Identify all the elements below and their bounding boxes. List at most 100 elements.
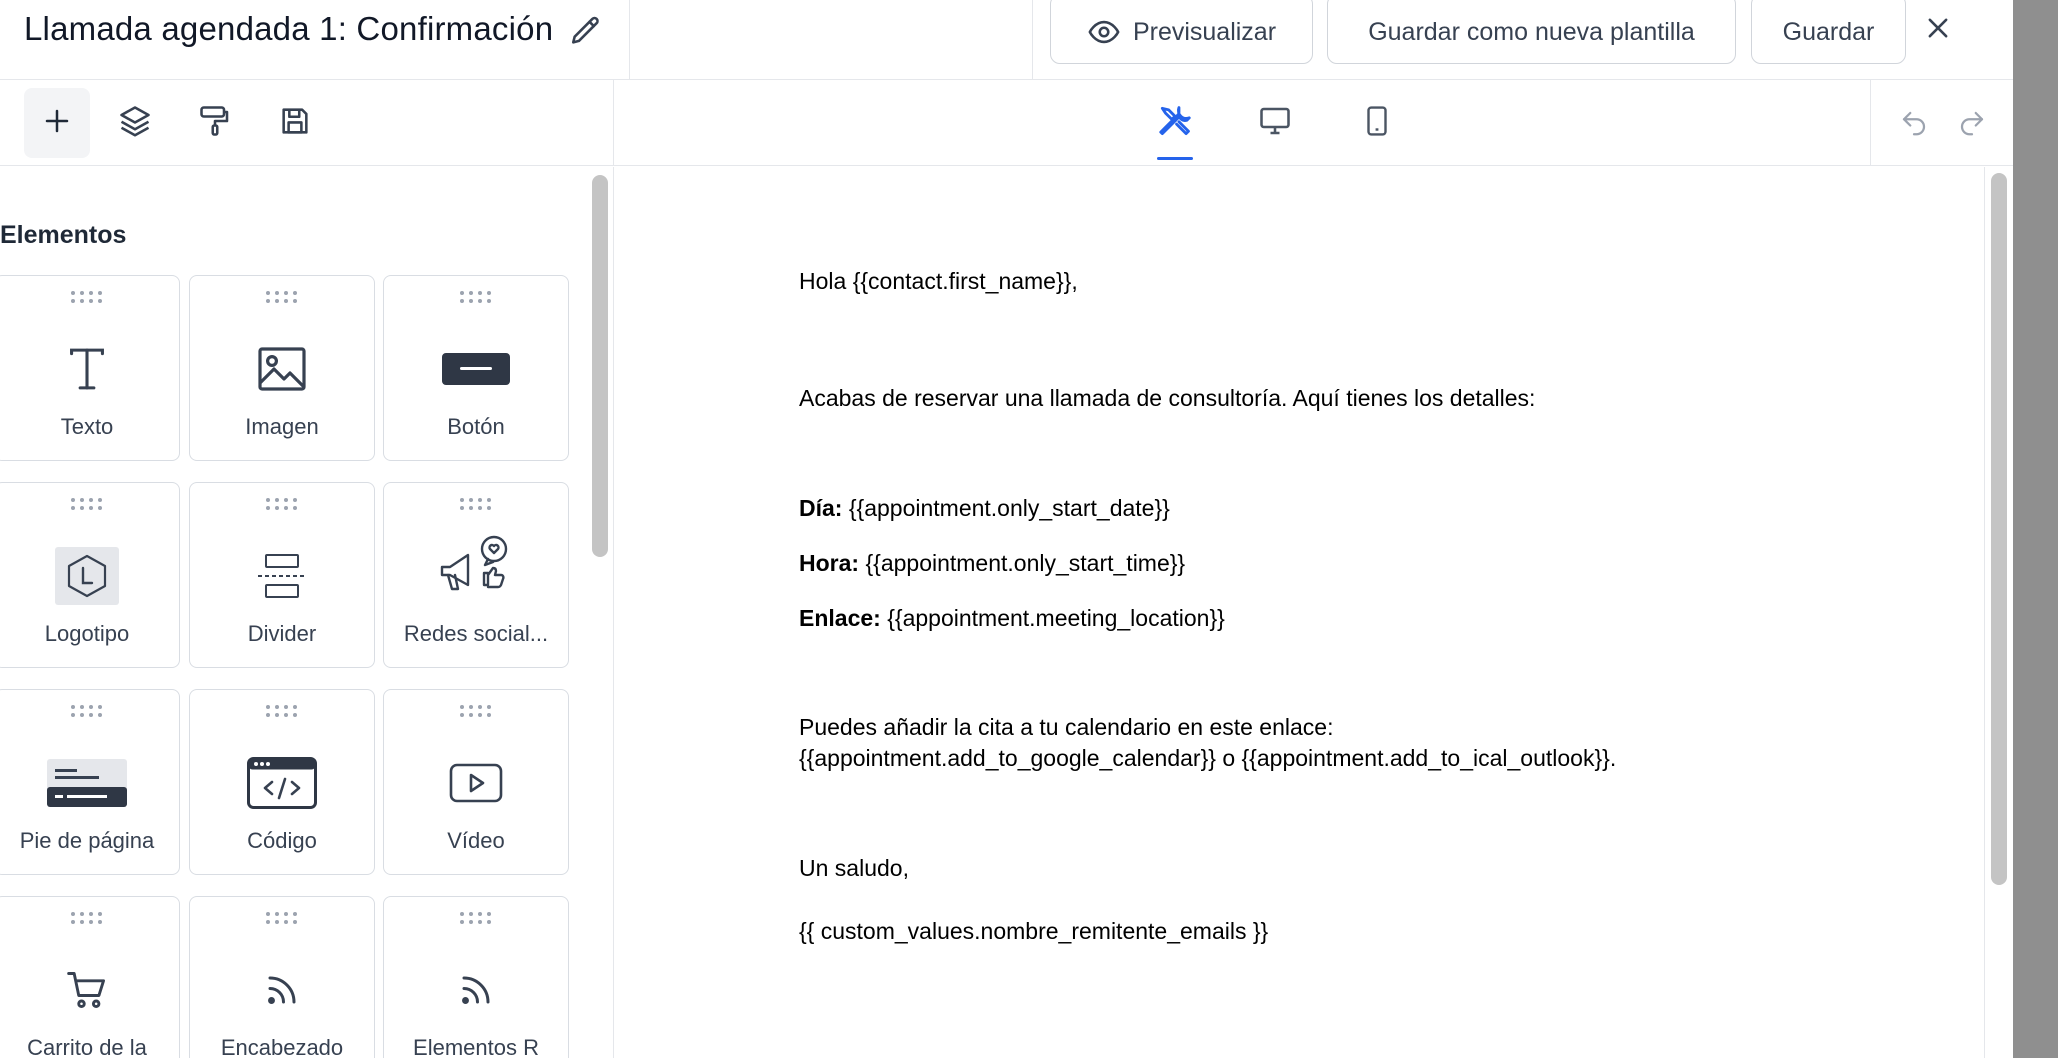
element-label: Redes social... [403, 621, 549, 646]
day-value: {{appointment.only_start_date}} [842, 495, 1170, 521]
canvas-scrollbar[interactable] [1991, 173, 2007, 885]
element-card-social[interactable]: Redes social... [383, 482, 569, 668]
save-draft-button[interactable] [262, 88, 328, 158]
undo-icon[interactable] [1895, 104, 1933, 142]
sidebar-scrollbar[interactable] [592, 175, 608, 557]
elements-sidebar: Elementos Texto Imagen Botón Logotipo Di… [0, 167, 614, 1058]
paint-roller-icon [197, 103, 233, 144]
tab-desktop-view[interactable] [1245, 80, 1305, 166]
drag-handle-icon[interactable] [459, 497, 493, 511]
email-preview-frame: Hola {{contact.first_name}}, Acabas de r… [615, 167, 1985, 1058]
save-as-template-button[interactable]: Guardar como nueva plantilla [1327, 0, 1736, 64]
drag-handle-icon[interactable] [70, 290, 104, 304]
close-icon[interactable] [1916, 6, 1960, 50]
element-label: Botón [447, 414, 505, 439]
layers-icon [117, 103, 153, 144]
page-title: Llamada agendada 1: Confirmación [24, 10, 554, 47]
email-calendar-line-1[interactable]: Puedes añadir la cita a tu calendario en… [799, 711, 1333, 743]
email-time-line[interactable]: Hora: {{appointment.only_start_time}} [799, 547, 1185, 579]
text-icon [47, 338, 127, 400]
time-label: Hora: [799, 550, 860, 576]
plus-icon [42, 106, 72, 141]
drag-handle-icon[interactable] [265, 704, 299, 718]
email-canvas: Hola {{contact.first_name}}, Acabas de r… [615, 167, 2013, 1058]
element-card-rss-header[interactable]: Encabezado [189, 896, 375, 1058]
top-header: Llamada agendada 1: Confirmación Previsu… [0, 0, 2013, 80]
preview-button[interactable]: Previsualizar [1050, 0, 1313, 64]
element-card-divider[interactable]: Divider [189, 482, 375, 668]
email-calendar-line-2[interactable]: {{appointment.add_to_google_calendar}} o… [799, 742, 1616, 774]
floppy-disk-icon [278, 104, 312, 143]
redo-icon[interactable] [1953, 104, 1991, 142]
element-card-footer[interactable]: Pie de página [0, 689, 180, 875]
drag-handle-icon[interactable] [265, 497, 299, 511]
save-button[interactable]: Guardar [1751, 0, 1906, 64]
element-card-button[interactable]: Botón [383, 275, 569, 461]
cart-icon [47, 959, 127, 1021]
layers-button[interactable] [102, 88, 168, 158]
element-card-rss-elements[interactable]: Elementos R [383, 896, 569, 1058]
pencil-icon[interactable] [567, 12, 605, 50]
tab-editor[interactable] [1145, 80, 1205, 166]
element-label: Código [247, 828, 317, 853]
tab-mobile-view[interactable] [1347, 80, 1407, 166]
element-label: Logotipo [44, 621, 130, 646]
link-label: Enlace: [799, 605, 881, 631]
element-label: Vídeo [447, 828, 505, 853]
preview-label: Previsualizar [1132, 17, 1277, 46]
element-card-logo[interactable]: Logotipo [0, 482, 180, 668]
element-label: Texto [60, 414, 114, 439]
element-label: Carrito de la [27, 1035, 147, 1058]
rss-icon [242, 959, 322, 1021]
email-closing[interactable]: Un saludo, [799, 852, 909, 884]
drag-handle-icon[interactable] [70, 497, 104, 511]
element-label: Imagen [245, 414, 319, 439]
element-label: Encabezado [220, 1035, 344, 1058]
element-label: Divider [247, 621, 317, 646]
divider-icon [242, 545, 322, 607]
editor-toolbar [0, 80, 2013, 166]
drag-handle-icon[interactable] [70, 704, 104, 718]
overlay-strip [2013, 0, 2058, 1058]
element-card-cart[interactable]: Carrito de la [0, 896, 180, 1058]
email-day-line[interactable]: Día: {{appointment.only_start_date}} [799, 492, 1170, 524]
day-label: Día: [799, 495, 843, 521]
drag-handle-icon[interactable] [459, 290, 493, 304]
elements-heading: Elementos [0, 221, 127, 249]
code-icon [242, 752, 322, 814]
email-link-line[interactable]: Enlace: {{appointment.meeting_location}} [799, 602, 1225, 634]
monitor-icon [1257, 103, 1293, 144]
video-icon [436, 752, 516, 814]
element-label: Pie de página [19, 828, 155, 853]
header-divider [1032, 0, 1033, 80]
email-signature[interactable]: {{ custom_values.nombre_remitente_emails… [799, 915, 1268, 947]
element-card-text[interactable]: Texto [0, 275, 180, 461]
image-icon [242, 338, 322, 400]
logo-icon [47, 545, 127, 607]
link-value: {{appointment.meeting_location}} [880, 605, 1225, 631]
history-controls [1870, 80, 2013, 166]
element-card-code[interactable]: Código [189, 689, 375, 875]
styles-button[interactable] [182, 88, 248, 158]
tools-icon [1156, 102, 1194, 145]
element-label: Elementos R [413, 1035, 539, 1058]
time-value: {{appointment.only_start_time}} [859, 550, 1186, 576]
drag-handle-icon[interactable] [265, 911, 299, 925]
drag-handle-icon[interactable] [459, 911, 493, 925]
drag-handle-icon[interactable] [459, 704, 493, 718]
element-card-image[interactable]: Imagen [189, 275, 375, 461]
title-area: Llamada agendada 1: Confirmación [0, 0, 630, 80]
drag-handle-icon[interactable] [70, 911, 104, 925]
add-elements-button[interactable] [24, 88, 90, 158]
element-card-video[interactable]: Vídeo [383, 689, 569, 875]
drag-handle-icon[interactable] [265, 290, 299, 304]
email-greeting[interactable]: Hola {{contact.first_name}}, [799, 265, 1078, 297]
footer-icon [47, 752, 127, 814]
sidebar-toolbar [0, 80, 614, 166]
social-icon [436, 535, 516, 599]
button-icon [436, 338, 516, 400]
eye-icon [1087, 15, 1121, 49]
smartphone-icon [1360, 104, 1394, 143]
email-intro[interactable]: Acabas de reservar una llamada de consul… [799, 382, 1535, 414]
rss-icon [436, 959, 516, 1021]
